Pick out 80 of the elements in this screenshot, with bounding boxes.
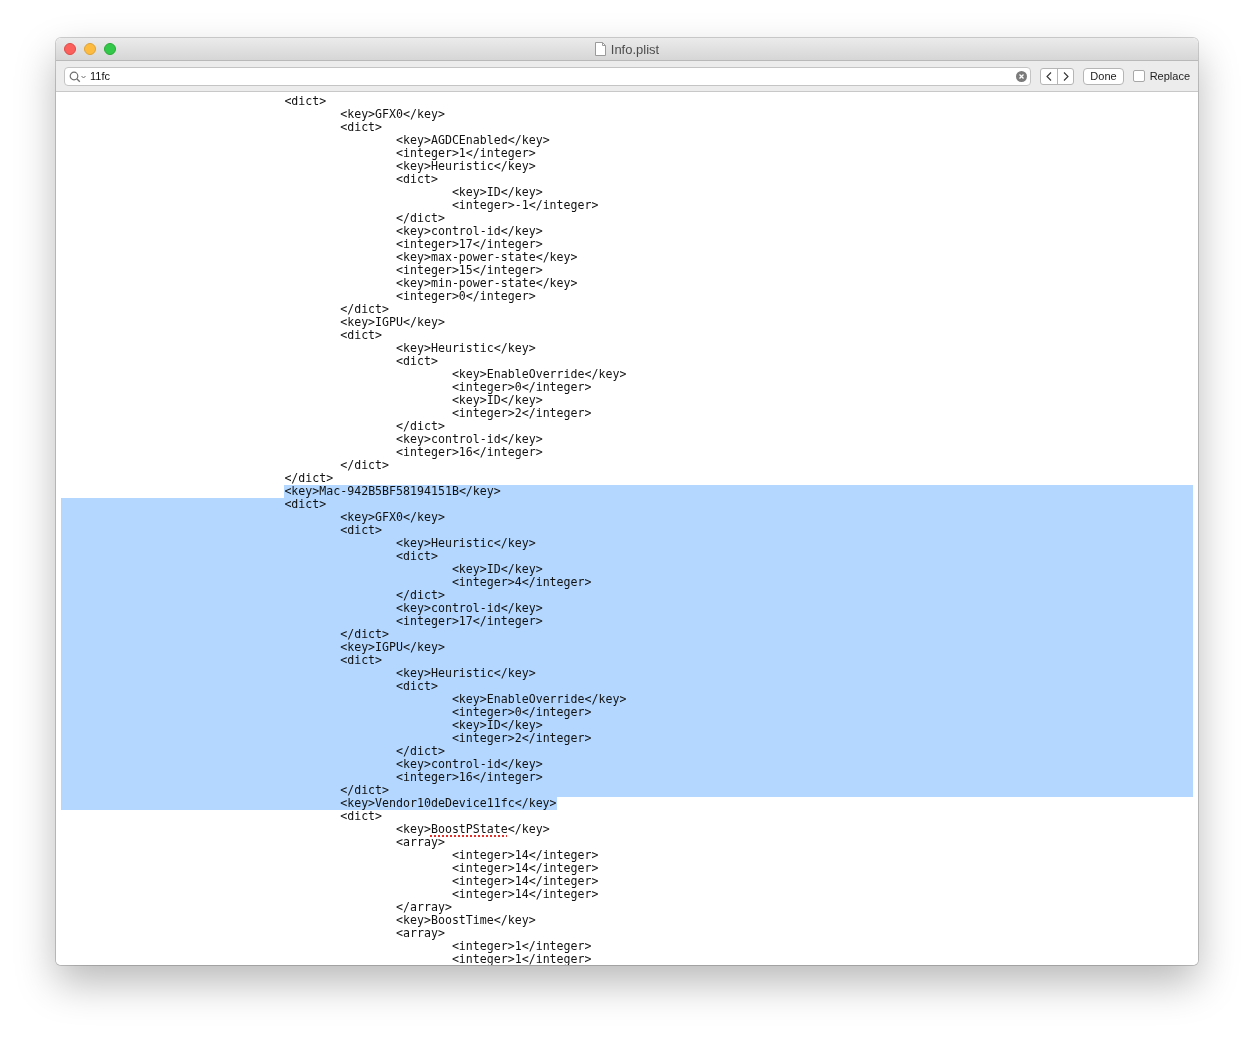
code-line: <integer>17</integer> xyxy=(395,615,543,628)
code-line: <key>BoostPState</key> xyxy=(395,823,550,836)
code-line: <key>GFX0</key> xyxy=(339,511,445,524)
code-line: <key>AGDCEnabled</key> xyxy=(395,134,550,147)
replace-label: Replace xyxy=(1149,70,1190,82)
code-line: <dict> xyxy=(339,121,383,134)
code-line: <key>control-id</key> xyxy=(395,433,543,446)
code-line: <key>EnableOverride</key> xyxy=(450,368,627,381)
code-line: </dict> xyxy=(395,589,445,602)
close-button[interactable] xyxy=(64,43,76,55)
code-line: <dict> xyxy=(395,680,438,693)
code-line: <integer>16</integer> xyxy=(395,446,543,459)
code-line: </dict> xyxy=(339,784,390,797)
code-line: <key>control-id</key> xyxy=(395,602,543,615)
replace-checkbox[interactable] xyxy=(1132,70,1145,82)
code-line: <array> xyxy=(395,927,445,940)
code-line: <integer>14</integer> xyxy=(450,875,599,888)
code-line: <dict> xyxy=(339,524,383,537)
code-line: <key>control-id</key> xyxy=(395,225,543,238)
code-line: <dict> xyxy=(283,498,327,511)
chevron-left-icon xyxy=(1046,71,1053,81)
code-line: <key>EnableOverride</key> xyxy=(450,693,627,706)
window-title: Info.plist xyxy=(610,41,660,57)
code-line: <integer>15</integer> xyxy=(395,264,543,277)
code-line: <integer>2</integer> xyxy=(450,732,592,745)
zoom-button[interactable] xyxy=(104,43,116,55)
code-line: <dict> xyxy=(395,550,438,563)
code-line: <integer>4</integer> xyxy=(450,576,592,589)
code-line: </dict> xyxy=(395,420,445,433)
code-line: <dict> xyxy=(283,95,327,108)
code-line: <key>ID</key> xyxy=(450,563,543,576)
code-line: <key>max-power-state</key> xyxy=(395,251,578,264)
code-line: <array> xyxy=(395,836,445,849)
code-line: <dict> xyxy=(339,654,383,667)
code-line: <integer>1</integer> xyxy=(450,953,592,965)
search-field[interactable]: 11fc xyxy=(64,66,1032,86)
code-line: <dict> xyxy=(339,810,383,823)
done-button[interactable]: Done xyxy=(1083,67,1124,85)
code-line: </dict> xyxy=(339,459,390,472)
code-line: <dict> xyxy=(395,173,438,186)
code-line: <integer>14</integer> xyxy=(450,888,599,901)
code-line: <integer>1</integer> xyxy=(395,147,536,160)
code-line: </dict> xyxy=(339,628,390,641)
code-line: <integer>17</integer> xyxy=(395,238,543,251)
code-line: <integer>0</integer> xyxy=(450,706,592,719)
code-line: </dict> xyxy=(339,303,390,316)
code-line: <integer>0</integer> xyxy=(395,290,536,303)
code-line: <integer>0</integer> xyxy=(450,381,592,394)
code-line: <key>IGPU</key> xyxy=(339,316,445,329)
code-line: <dict> xyxy=(339,329,383,342)
code-line: <key>Heuristic</key> xyxy=(395,537,536,550)
code-line: <key>Heuristic</key> xyxy=(395,667,536,680)
code-line: <key>ID</key> xyxy=(450,394,543,407)
code-line: <key>GFX0</key> xyxy=(339,108,445,121)
code-line: <integer>16</integer> xyxy=(395,771,543,784)
code-line: <key>Vendor10deDevice11fc</key> xyxy=(339,797,557,810)
code-line: <dict> xyxy=(395,355,438,368)
code-line: <integer>2</integer> xyxy=(450,407,592,420)
code-line: <integer>1</integer> xyxy=(450,940,592,953)
search-icon xyxy=(69,70,87,83)
code-line: <integer>14</integer> xyxy=(450,862,599,875)
document-icon xyxy=(594,42,606,56)
code-line: <key>Mac-942B5BF58194151B</key> xyxy=(283,485,501,498)
code-line: <key>ID</key> xyxy=(450,719,543,732)
clear-icon[interactable] xyxy=(1016,70,1028,82)
code-line: <integer>14</integer> xyxy=(450,849,599,862)
code-line: <key>control-id</key> xyxy=(395,758,543,771)
code-line: </dict> xyxy=(283,472,334,485)
code-line: </dict> xyxy=(395,745,445,758)
code-line: </dict> xyxy=(395,212,445,225)
chevron-right-icon xyxy=(1062,71,1069,81)
code-line: <key>Heuristic</key> xyxy=(395,160,536,173)
minimize-button[interactable] xyxy=(84,43,96,55)
code-line: <key>Heuristic</key> xyxy=(395,342,536,355)
code-line: <integer>-1</integer> xyxy=(450,199,599,212)
code-line: <key>IGPU</key> xyxy=(339,641,445,654)
code-line: <key>min-power-state</key> xyxy=(395,277,578,290)
code-line: </array> xyxy=(395,901,452,914)
code-line: <key>BoostTime</key> xyxy=(395,914,536,927)
code-line: <key>ID</key> xyxy=(450,186,543,199)
